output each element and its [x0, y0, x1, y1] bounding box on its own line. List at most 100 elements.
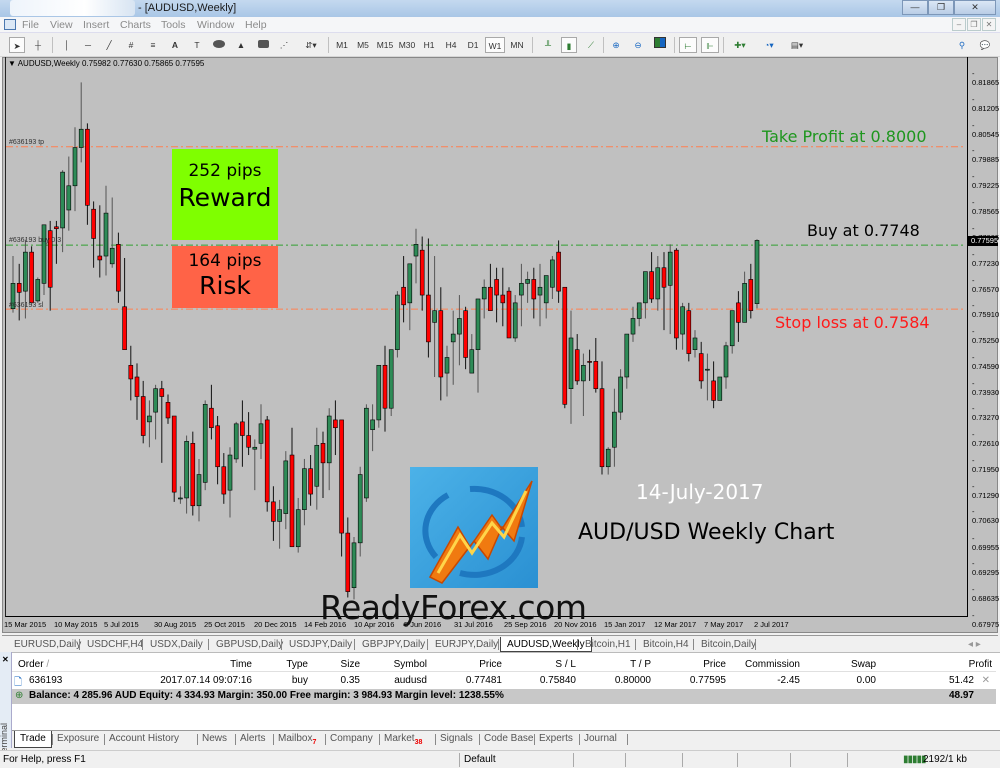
- bear-candle: [599, 388, 605, 468]
- bull-candle: [581, 364, 586, 382]
- col-commission[interactable]: Commission: [745, 659, 800, 670]
- date-tick-label: 12 Mar 2017: [654, 620, 697, 629]
- col-time[interactable]: Time: [230, 659, 252, 670]
- symbol-tab[interactable]: EURUSD,Daily: [8, 637, 87, 652]
- symbol-tab[interactable]: GBPJPY,Daily: [356, 637, 431, 652]
- symbol-tab[interactable]: GBPUSD,Daily: [210, 637, 289, 652]
- bear-candle: [209, 407, 214, 429]
- symbol-tab[interactable]: USDJPY,Daily: [283, 637, 358, 652]
- order-current-price: 0.77595: [689, 675, 726, 686]
- terminal-tab-experts[interactable]: Experts: [539, 731, 573, 748]
- terminal-tab-exposure[interactable]: Exposure: [57, 731, 99, 748]
- date-tick-label: 7 May 2017: [704, 620, 744, 629]
- tab-separator: [208, 639, 209, 650]
- tab-separator: [104, 734, 105, 745]
- collapse-triangle-icon[interactable]: ▼: [8, 59, 16, 68]
- tab-separator: [627, 734, 628, 745]
- bear-candle: [401, 286, 406, 306]
- symbol-tab[interactable]: USDX,Daily: [144, 637, 209, 652]
- col-sl[interactable]: S / L: [555, 659, 576, 670]
- date-tick-label: 20 Dec 2015: [254, 620, 297, 629]
- bull-candle: [537, 286, 543, 296]
- tab-separator: [427, 639, 428, 650]
- symbol-tab[interactable]: EURJPY,Daily: [429, 637, 504, 652]
- terminal-close-icon[interactable]: ✕: [2, 655, 9, 664]
- bull-candle: [717, 376, 723, 401]
- bear-candle: [562, 286, 568, 405]
- col-current-price[interactable]: Price: [703, 659, 726, 670]
- col-size[interactable]: Size: [341, 659, 360, 670]
- bear-candle: [736, 302, 741, 323]
- symbol-tab[interactable]: Bitcoin,Daily: [695, 637, 762, 652]
- bear-candle: [463, 310, 468, 358]
- logo-lightning-icon: [422, 480, 533, 584]
- bull-candle: [66, 185, 72, 211]
- bull-candle: [512, 302, 518, 339]
- close-order-icon[interactable]: ✕: [982, 675, 990, 686]
- symbol-tab[interactable]: USDCHF,H4: [81, 637, 149, 652]
- bull-candle: [612, 411, 617, 448]
- bull-candle: [742, 283, 747, 323]
- chart-ohlc-header: ▼ AUDUSD,Weekly 0.75982 0.77630 0.75865 …: [8, 59, 204, 68]
- terminal-tab-account-history[interactable]: Account History: [109, 731, 179, 748]
- bull-candle: [432, 310, 437, 323]
- terminal-tab-code-base[interactable]: Code Base: [484, 731, 533, 748]
- date-tick-label: 15 Jan 2017: [604, 620, 646, 629]
- orders-header: Order / Time Type Size Symbol Price S / …: [12, 656, 996, 672]
- price-tick-label: - 0.67975: [972, 611, 1000, 629]
- symbol-tab[interactable]: Bitcoin,H4: [637, 637, 695, 652]
- bull-candle: [364, 407, 369, 499]
- bull-candle: [630, 318, 636, 335]
- terminal-tab-signals[interactable]: Signals: [440, 731, 473, 748]
- col-profit[interactable]: Profit: [969, 659, 992, 670]
- terminal-tab-news[interactable]: News: [202, 731, 227, 748]
- tab-separator: [281, 639, 282, 650]
- bear-candle: [426, 294, 431, 343]
- col-swap[interactable]: Swap: [851, 659, 876, 670]
- terminal-tab-market[interactable]: Market38: [384, 731, 422, 748]
- bull-candle: [444, 357, 450, 374]
- order-row[interactable]: 🗋 636193 2017.07.14 09:07:16 buy 0.35 au…: [12, 673, 996, 689]
- bear-candle: [698, 353, 704, 382]
- col-symbol[interactable]: Symbol: [394, 659, 427, 670]
- balance-row: ⊕ Balance: 4 285.96 AUD Equity: 4 334.93…: [12, 689, 996, 704]
- terminal-tab-journal[interactable]: Journal: [584, 731, 617, 748]
- col-order[interactable]: Order /: [18, 659, 49, 670]
- bull-candle: [457, 318, 462, 335]
- col-price[interactable]: Price: [479, 659, 502, 670]
- terminal-tab-mailbox[interactable]: Mailbox7: [278, 731, 316, 748]
- col-type[interactable]: Type: [286, 659, 308, 670]
- terminal-tabs: Trade Exposure Account History News Alerts Ma…: [12, 730, 1000, 748]
- current-price-tag: 0.77595: [968, 236, 998, 246]
- tab-separator: [435, 734, 436, 745]
- price-tick-label: - 0.69295: [972, 559, 1000, 578]
- terminal-tab-trade[interactable]: Trade: [14, 731, 52, 748]
- bear-candle: [159, 388, 165, 397]
- price-tick-label: - 0.73270: [972, 404, 1000, 423]
- bear-candle: [122, 306, 127, 350]
- date-tick-label: 2 Jul 2017: [754, 620, 789, 629]
- price-tick-label: - 0.79225: [972, 172, 1000, 190]
- bull-candle: [729, 310, 735, 347]
- tab-scroll-arrows-icon[interactable]: ◂ ▸: [962, 637, 987, 652]
- bear-candle: [165, 402, 171, 419]
- bear-candle: [320, 443, 326, 464]
- symbol-tab[interactable]: Bitcoin,H1: [579, 637, 637, 652]
- bull-candle: [450, 333, 456, 343]
- bear-candle: [686, 310, 692, 354]
- reward-box: 252 pips Reward: [172, 149, 278, 240]
- price-tick-label: - 0.78565: [972, 197, 1000, 216]
- bull-candle: [525, 279, 530, 284]
- terminal-tab-alerts[interactable]: Alerts: [240, 731, 266, 748]
- bear-candle: [500, 294, 506, 304]
- terminal-tab-company[interactable]: Company: [330, 731, 373, 748]
- watermark: ReadyForex.com: [320, 588, 587, 627]
- bear-candle: [116, 244, 121, 292]
- col-tp[interactable]: T / P: [630, 659, 651, 670]
- price-tick-label: - 0.70630: [972, 507, 1000, 526]
- bear-candle: [221, 466, 227, 495]
- bull-candle: [655, 267, 661, 300]
- bull-candle: [233, 423, 239, 460]
- bull-candle: [258, 423, 264, 444]
- bear-candle: [345, 532, 351, 592]
